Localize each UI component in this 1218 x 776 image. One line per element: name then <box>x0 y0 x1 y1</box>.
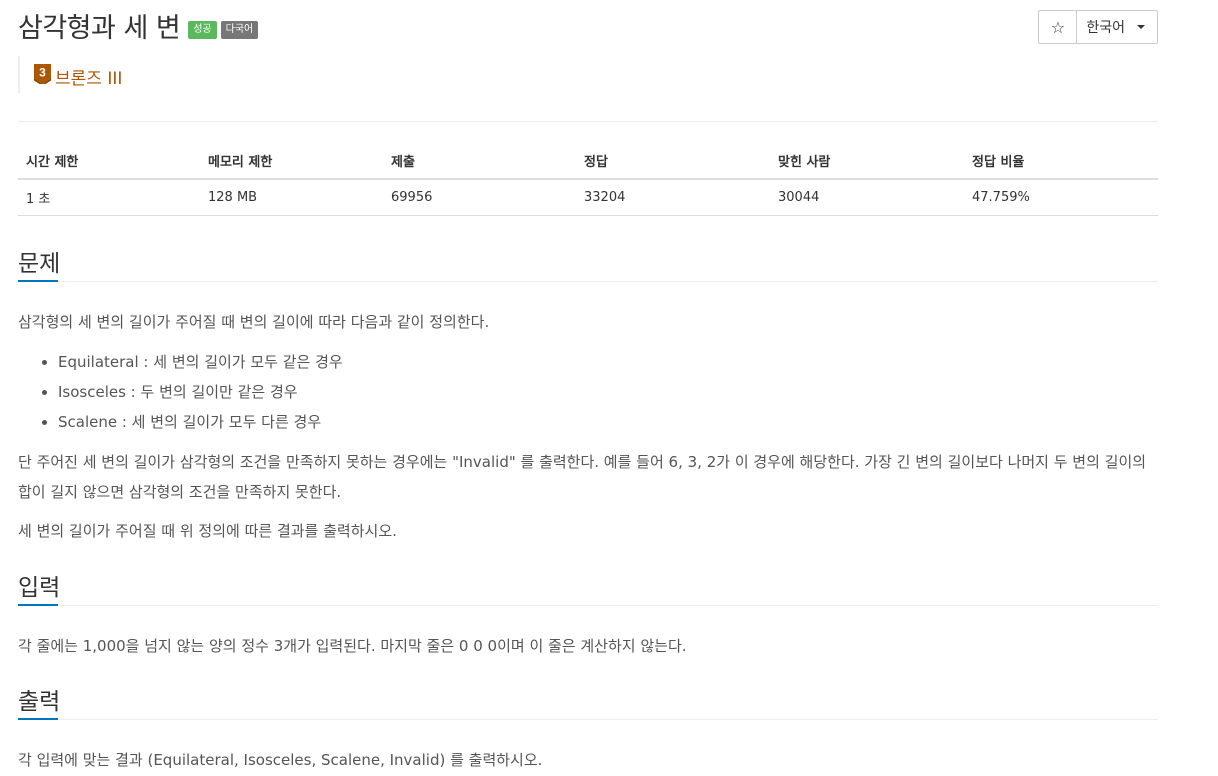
time-limit-value: 1 초 <box>18 179 200 216</box>
output-section-title: 출력 <box>18 689 61 715</box>
list-item: Isosceles : 두 변의 길이만 같은 경우 <box>58 377 343 407</box>
problem-invalid-paragraph: 단 주어진 세 변의 길이가 삼각형의 조건을 만족하지 못하는 경우에는 "I… <box>18 453 1147 501</box>
tier-number: 3 <box>39 66 46 80</box>
col-memory-limit: 메모리 제한 <box>200 141 383 180</box>
output-section-divider <box>18 719 1158 720</box>
problem-task-paragraph: 세 변의 길이가 주어질 때 위 정의에 따른 결과를 출력하시오. <box>18 522 397 540</box>
chevron-down-icon <box>1137 25 1145 29</box>
star-icon: ☆ <box>1050 17 1066 37</box>
problem-section-title: 문제 <box>18 251 61 277</box>
language-dropdown[interactable]: 한국어 <box>1077 11 1157 43</box>
problem-section-underline <box>18 280 58 282</box>
problem-definition-list: Equilateral : 세 변의 길이가 모두 같은 경우 Isoscele… <box>18 347 343 437</box>
accept-ratio-value: 47.759% <box>964 179 1158 216</box>
favorite-button[interactable]: ☆ <box>1039 11 1078 43</box>
list-item: Equilateral : 세 변의 길이가 모두 같은 경우 <box>58 347 343 377</box>
input-section-divider <box>18 605 1158 606</box>
col-time-limit: 시간 제한 <box>18 141 200 180</box>
tier-row: 3 브론즈 III <box>18 56 122 93</box>
accepted-value[interactable]: 33204 <box>576 179 770 216</box>
info-header-row: 시간 제한 메모리 제한 제출 정답 맞힌 사람 정답 비율 <box>18 141 1158 180</box>
multilang-badge[interactable]: 다국어 <box>220 20 259 39</box>
bronze-tier-icon: 3 <box>34 64 51 86</box>
problem-info-table: 시간 제한 메모리 제한 제출 정답 맞힌 사람 정답 비율 1 초 128 M… <box>18 141 1158 216</box>
output-description: 각 입력에 맞는 결과 (Equilateral, Isosceles, Sca… <box>18 751 543 769</box>
problem-intro: 삼각형의 세 변의 길이가 주어질 때 변의 길이에 따라 다음과 같이 정의한… <box>18 313 490 331</box>
problem-section-divider <box>18 281 1158 282</box>
language-label: 한국어 <box>1086 20 1125 36</box>
input-section-title: 입력 <box>18 575 61 601</box>
input-description: 각 줄에는 1,000을 넘지 않는 양의 정수 3개가 입력된다. 마지막 줄… <box>18 637 687 655</box>
list-item: Scalene : 세 변의 길이가 모두 다른 경우 <box>58 407 343 437</box>
info-value-row: 1 초 128 MB 69956 33204 30044 47.759% <box>18 179 1158 216</box>
top-right-controls: ☆ 한국어 <box>1038 10 1158 44</box>
input-section-underline <box>18 604 58 606</box>
col-submissions: 제출 <box>383 141 576 180</box>
col-accepted: 정답 <box>576 141 770 180</box>
header-divider <box>18 121 1158 122</box>
success-badge: 성공 <box>188 20 217 39</box>
tier-label[interactable]: 브론즈 III <box>55 64 122 89</box>
col-accept-ratio: 정답 비율 <box>964 141 1158 180</box>
title-row: 삼각형과 세 변 성공 다국어 <box>18 6 259 45</box>
output-section-underline <box>18 718 58 720</box>
submissions-value[interactable]: 69956 <box>383 179 576 216</box>
col-solved-users: 맞힌 사람 <box>770 141 964 180</box>
problem-title: 삼각형과 세 변 <box>18 13 181 44</box>
memory-limit-value: 128 MB <box>200 179 383 216</box>
solved-users-value[interactable]: 30044 <box>770 179 964 216</box>
